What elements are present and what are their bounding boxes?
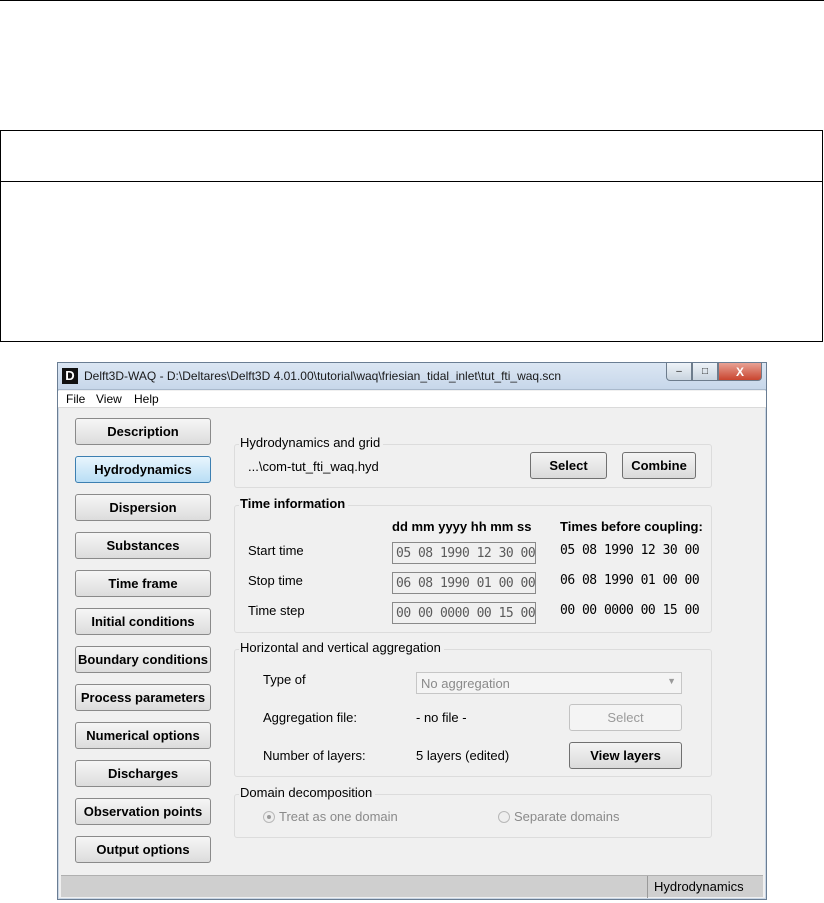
start-time-before-coupling: 05 08 1990 12 30 00 xyxy=(560,543,700,558)
domain-group-title: Domain decomposition xyxy=(239,785,376,800)
app-logo-icon: D xyxy=(62,368,78,384)
aggregation-type-select[interactable]: No aggregation ▼ xyxy=(416,672,682,694)
minimize-button[interactable]: ‒ xyxy=(666,363,692,381)
hydro-select-button[interactable]: Select xyxy=(530,452,607,479)
aggregation-file-value: - no file - xyxy=(416,710,467,725)
menu-bar: File View Help xyxy=(58,391,766,408)
nav-time-frame-button[interactable]: Time frame xyxy=(75,570,211,597)
close-icon: X xyxy=(735,364,744,379)
nav-initial-conditions-button[interactable]: Initial conditions xyxy=(75,608,211,635)
nav-process-parameters-button[interactable]: Process parameters xyxy=(75,684,211,711)
start-time-field[interactable]: 05 08 1990 12 30 00 xyxy=(392,542,536,564)
hydro-group-title: Hydrodynamics and grid xyxy=(239,435,384,450)
maximize-icon: □ xyxy=(701,366,709,377)
document-frame-divider xyxy=(1,181,822,182)
start-time-label: Start time xyxy=(248,543,304,558)
number-of-layers-value: 5 layers (edited) xyxy=(416,748,510,763)
hydro-combine-button[interactable]: Combine xyxy=(622,452,696,479)
aggregation-type-value: No aggregation xyxy=(421,676,510,691)
window-title: Delft3D-WAQ - D:\Deltares\Delft3D 4.01.0… xyxy=(84,369,562,383)
nav-discharges-button[interactable]: Discharges xyxy=(75,760,211,787)
stop-time-field[interactable]: 06 08 1990 01 00 00 xyxy=(392,572,536,594)
time-step-label: Time step xyxy=(248,603,305,618)
document-top-rule xyxy=(0,0,824,1)
stop-time-before-coupling: 06 08 1990 01 00 00 xyxy=(560,573,700,588)
status-panel-name: Hydrodynamics xyxy=(647,876,763,898)
nav-dispersion-button[interactable]: Dispersion xyxy=(75,494,211,521)
nav-boundary-conditions-button[interactable]: Boundary conditions xyxy=(75,646,211,673)
hydro-file-path: ...\com-tut_fti_waq.hyd xyxy=(248,459,379,474)
app-window: D Delft3D-WAQ - D:\Deltares\Delft3D 4.01… xyxy=(57,362,767,900)
aggregation-group-title: Horizontal and vertical aggregation xyxy=(239,640,444,655)
nav-output-options-button[interactable]: Output options xyxy=(75,836,211,863)
time-step-field[interactable]: 00 00 0000 00 15 00 xyxy=(392,602,536,624)
dropdown-arrow-icon: ▼ xyxy=(667,676,676,686)
menu-file[interactable]: File xyxy=(66,392,85,406)
time-format-header: dd mm yyyy hh mm ss xyxy=(392,519,532,534)
window-controls: ‒ □ X xyxy=(666,363,762,381)
nav-hydrodynamics-button[interactable]: Hydrodynamics xyxy=(75,456,211,483)
treat-as-one-domain-radio[interactable]: Treat as one domain xyxy=(263,809,398,824)
separate-domains-radio[interactable]: Separate domains xyxy=(498,809,620,824)
view-layers-button[interactable]: View layers xyxy=(569,742,682,769)
maximize-button[interactable]: □ xyxy=(692,363,718,381)
menu-view[interactable]: View xyxy=(96,392,122,406)
minimize-icon: ‒ xyxy=(676,366,682,377)
nav-description-button[interactable]: Description xyxy=(75,418,211,445)
time-step-before-coupling: 00 00 0000 00 15 00 xyxy=(560,603,700,618)
menu-help[interactable]: Help xyxy=(134,392,159,406)
nav-numerical-options-button[interactable]: Numerical options xyxy=(75,722,211,749)
number-of-layers-label: Number of layers: xyxy=(263,748,366,763)
nav-observation-points-button[interactable]: Observation points xyxy=(75,798,211,825)
radio-unselected-icon xyxy=(498,811,510,823)
times-before-coupling-header: Times before coupling: xyxy=(560,519,703,534)
close-button[interactable]: X xyxy=(718,363,762,381)
treat-as-one-domain-label: Treat as one domain xyxy=(279,809,398,824)
separate-domains-label: Separate domains xyxy=(514,809,620,824)
document-frame xyxy=(0,130,823,342)
stop-time-label: Stop time xyxy=(248,573,303,588)
time-group-title: Time information xyxy=(239,496,349,511)
status-bar: Hydrodynamics xyxy=(61,875,763,898)
aggregation-file-label: Aggregation file: xyxy=(263,710,357,725)
aggregation-select-button[interactable]: Select xyxy=(569,704,682,731)
radio-selected-icon xyxy=(263,811,275,823)
title-bar[interactable]: D Delft3D-WAQ - D:\Deltares\Delft3D 4.01… xyxy=(58,363,766,390)
nav-substances-button[interactable]: Substances xyxy=(75,532,211,559)
aggregation-type-label: Type of xyxy=(263,672,306,687)
